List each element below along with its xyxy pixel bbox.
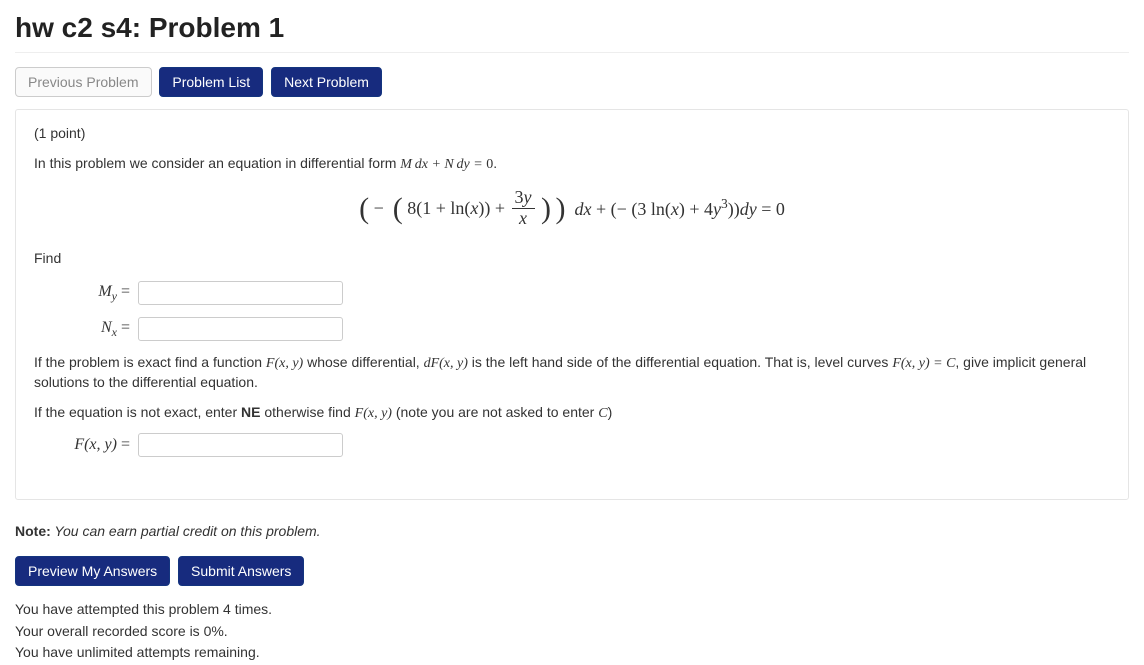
next-problem-button[interactable]: Next Problem [271,67,382,97]
my-label: My = [60,281,130,305]
problem-intro: In this problem we consider an equation … [34,154,1110,175]
intro-text-prefix: In this problem we consider an equation … [34,155,400,171]
fxy-label: F(x, y) = [60,434,130,456]
previous-problem-button[interactable]: Previous Problem [15,67,152,97]
answer-row-fxy: F(x, y) = [60,433,1110,457]
partial-credit-note: Note: You can earn partial credit on thi… [15,522,1129,542]
attempts-count: You have attempted this problem 4 times. [15,600,1129,620]
display-equation: ( − ( 8(1 + ln(x)) + 3yx ) ) dx + (− (3 … [34,188,1110,229]
exact-explanation-1: If the problem is exact find a function … [34,353,1110,393]
intro-equation: M dx + N dy = 0 [400,157,493,172]
exact-explanation-2: If the equation is not exact, enter NE o… [34,403,1110,424]
attempt-status: You have attempted this problem 4 times.… [15,600,1129,663]
preview-answers-button[interactable]: Preview My Answers [15,556,170,586]
find-label: Find [34,249,1110,269]
problem-container: (1 point) In this problem we consider an… [15,109,1129,500]
nx-input[interactable] [138,317,343,341]
answer-row-nx: Nx = [60,317,1110,341]
intro-text-suffix: . [493,155,497,171]
submit-answers-button[interactable]: Submit Answers [178,556,304,586]
attempts-remaining: You have unlimited attempts remaining. [15,643,1129,663]
page-title: hw c2 s4: Problem 1 [15,8,1129,53]
my-input[interactable] [138,281,343,305]
answer-row-my: My = [60,281,1110,305]
problem-nav: Previous Problem Problem List Next Probl… [15,67,1129,97]
problem-list-button[interactable]: Problem List [159,67,263,97]
submit-row: Preview My Answers Submit Answers [15,556,1129,586]
recorded-score: Your overall recorded score is 0%. [15,622,1129,642]
nx-label: Nx = [60,317,130,341]
point-value: (1 point) [34,124,1110,144]
fxy-input[interactable] [138,433,343,457]
